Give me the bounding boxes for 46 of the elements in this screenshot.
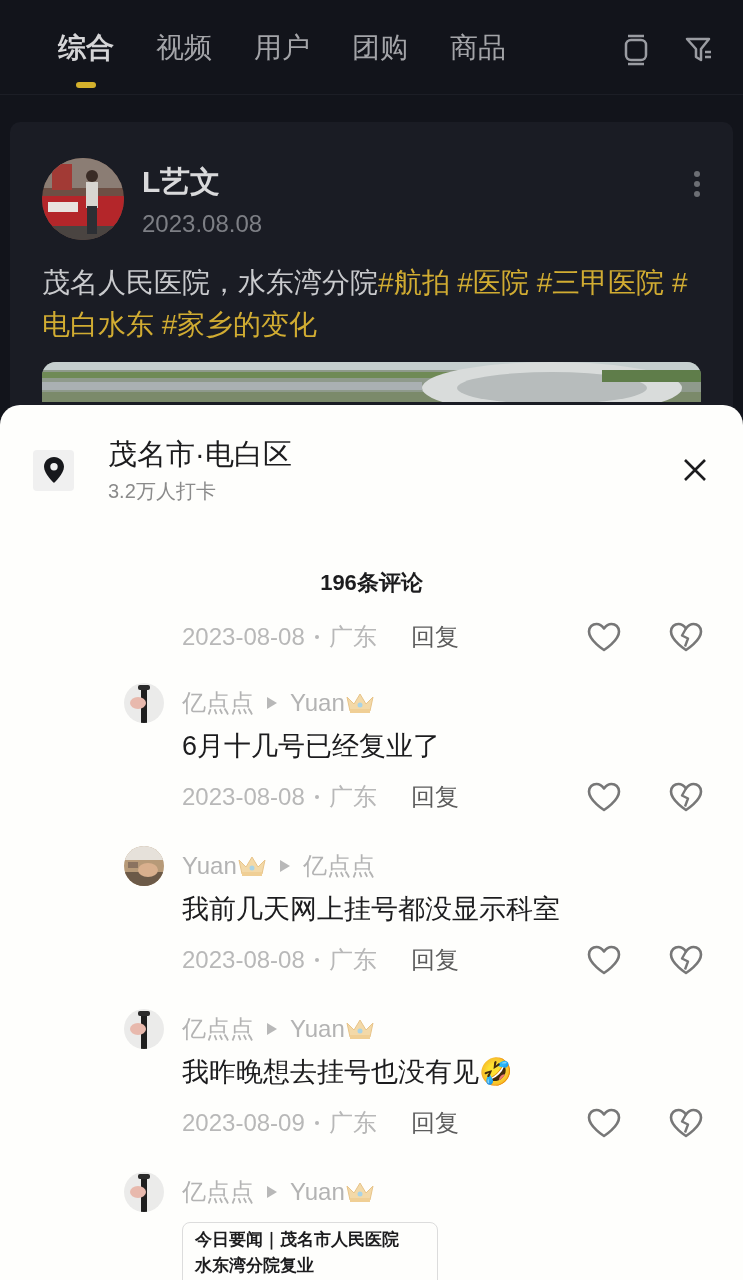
comment-region: 广东 <box>328 944 377 975</box>
tab[interactable]: 视频 <box>156 28 212 88</box>
comment-region: 广东 <box>328 781 377 812</box>
comment-date: 2023-08-09 <box>182 1107 305 1138</box>
reply-arrow-icon <box>278 859 291 873</box>
like-icon[interactable] <box>587 944 621 975</box>
reply-arrow-icon <box>266 696 278 710</box>
comment-text: 我昨晚想去挂号也没有见🤣 <box>182 1056 513 1090</box>
reply-arrow-icon <box>266 1185 278 1199</box>
tab[interactable]: 用户 <box>254 28 310 88</box>
broken-heart-icon[interactable] <box>669 621 703 652</box>
link-card[interactable]: 今日要闻｜茂名市人民医院 水东湾分院复业 <box>182 1222 438 1280</box>
close-icon[interactable] <box>683 458 707 482</box>
comment-region: 广东 <box>328 621 377 652</box>
tab[interactable]: 团购 <box>352 28 408 88</box>
comment-date: 2023-08-08 <box>182 621 305 652</box>
filter-icon[interactable] <box>685 37 713 63</box>
location-pin-icon <box>43 457 64 483</box>
like-icon[interactable] <box>587 781 621 812</box>
comment-text: 6月十几号已经复业了 <box>182 730 441 764</box>
like-icon[interactable] <box>587 1107 621 1138</box>
reply-button[interactable]: 回复 <box>410 778 459 815</box>
location-title[interactable]: 茂名市·电白区 <box>108 434 292 474</box>
comment-region: 广东 <box>328 1107 377 1138</box>
reply-button[interactable]: 回复 <box>410 941 459 978</box>
device-icon[interactable] <box>623 34 649 66</box>
comment-count: 196条评论 <box>320 568 423 597</box>
comment-date: 2023-08-08 <box>182 781 305 812</box>
checkin-count: 3.2万人打卡 <box>108 479 217 504</box>
tab[interactable]: 综合 <box>58 28 114 88</box>
author-name[interactable]: L艺文 <box>142 162 263 202</box>
tab[interactable]: 商品 <box>450 28 506 88</box>
link-card-title: 水东湾分院复业 <box>195 1255 315 1277</box>
broken-heart-icon[interactable] <box>669 944 703 975</box>
like-icon[interactable] <box>587 621 621 652</box>
more-icon[interactable] <box>693 170 701 198</box>
comment-date: 2023-08-08 <box>182 944 305 975</box>
broken-heart-icon[interactable] <box>669 781 703 812</box>
comment-text: 我前几天网上挂号都没显示科室 <box>182 893 560 927</box>
link-card-title: 今日要闻｜茂名市人民医院 <box>195 1229 400 1252</box>
broken-heart-icon[interactable] <box>669 1107 703 1138</box>
reply-arrow-icon <box>266 1022 278 1036</box>
post-caption: 茂名人民医院，水东湾分院#航拍 #医院 #三甲医院 #电白水东 #家乡的变化 <box>42 266 689 342</box>
reply-button[interactable]: 回复 <box>410 618 459 655</box>
post-date: 2023.08.08 <box>142 209 263 239</box>
reply-button[interactable]: 回复 <box>410 1104 459 1141</box>
